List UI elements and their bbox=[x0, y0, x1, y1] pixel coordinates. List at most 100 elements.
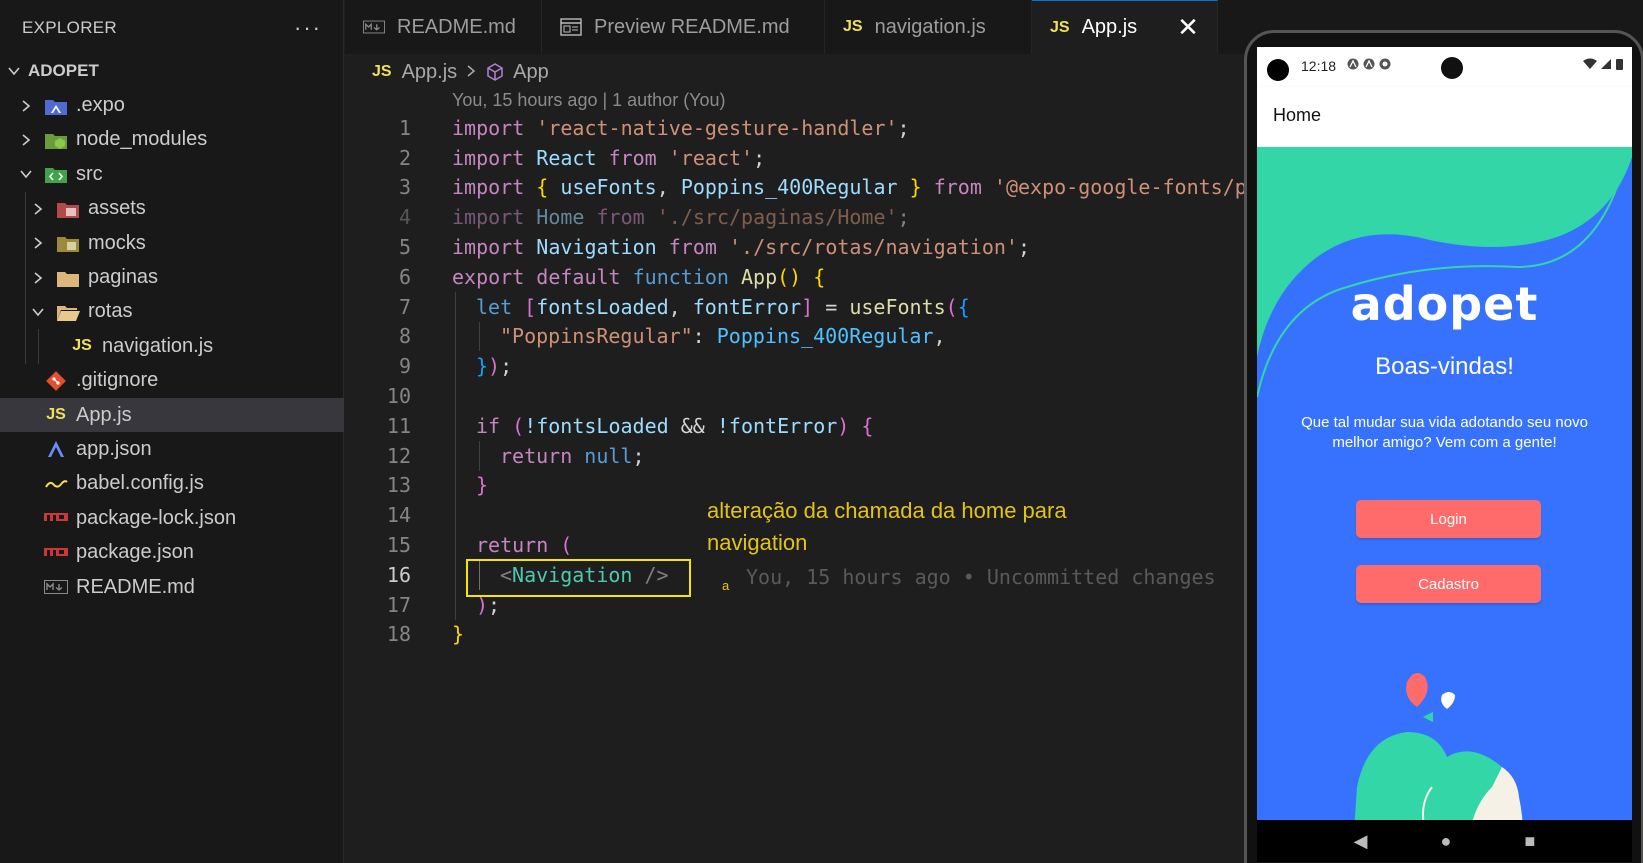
line-number: 9 bbox=[398, 354, 411, 379]
screen-title: Home bbox=[1273, 105, 1322, 125]
tree-item-paginas[interactable]: paginas bbox=[0, 260, 344, 295]
token: ; bbox=[753, 145, 766, 170]
token: ; bbox=[897, 205, 910, 230]
token: 'react-native-gesture-handler' bbox=[536, 115, 898, 140]
expo-file-icon bbox=[44, 437, 68, 461]
tree-item-readme[interactable]: README.md bbox=[0, 570, 344, 604]
tree-item-node-modules[interactable]: node_modules bbox=[0, 123, 344, 157]
token: ) bbox=[837, 413, 850, 438]
tab-label: Preview README.md bbox=[594, 15, 790, 38]
line-number: 16 bbox=[386, 562, 411, 587]
home-screen: adopet Boas-vindas! Que tal mudar sua vi… bbox=[1257, 147, 1632, 862]
code-line: 4 import Home from './src/paginas/Home'; bbox=[345, 202, 1245, 232]
code-line: 18 } bbox=[345, 620, 1245, 650]
login-button[interactable]: Login bbox=[1356, 500, 1541, 538]
chevron-right-icon bbox=[28, 199, 48, 219]
annotation-marker: a bbox=[722, 578, 730, 593]
tree-item-label: paginas bbox=[88, 266, 159, 289]
status-clock: 12:18 bbox=[1301, 58, 1337, 74]
token: } bbox=[452, 622, 465, 647]
token: , bbox=[933, 324, 946, 349]
tab-readme[interactable]: README.md bbox=[345, 0, 542, 54]
tree-item-app-js[interactable]: JS App.js bbox=[0, 397, 344, 433]
tab-navigation-js[interactable]: JS navigation.js bbox=[825, 0, 1032, 54]
home-icon[interactable]: ● bbox=[1441, 831, 1452, 852]
line-number: 15 bbox=[386, 533, 411, 558]
line-number: 17 bbox=[386, 592, 411, 617]
code-line: 12 return null; bbox=[345, 440, 1245, 471]
phone-screen[interactable]: 12:18 Home adopet Boas-vindas! Que tal m… bbox=[1257, 47, 1632, 862]
signup-button[interactable]: Cadastro bbox=[1356, 565, 1541, 603]
markdown-icon bbox=[363, 20, 385, 34]
tree-item-mocks[interactable]: mocks bbox=[0, 225, 344, 261]
line-number: 13 bbox=[386, 473, 411, 498]
token: } bbox=[476, 473, 489, 498]
tab-preview-readme[interactable]: Preview README.md bbox=[542, 0, 825, 54]
indent-guide bbox=[455, 470, 456, 501]
tab-app-js[interactable]: JS App.js ✕ bbox=[1032, 0, 1218, 54]
folder-icon bbox=[56, 266, 80, 290]
camera-cutout bbox=[1267, 59, 1289, 81]
tree-item-expo[interactable]: .expo bbox=[0, 88, 344, 122]
tree-item-navigation-js[interactable]: JS navigation.js bbox=[0, 329, 344, 364]
tree-item-app-json[interactable]: app.json bbox=[0, 432, 344, 466]
token: Poppins_400Regular bbox=[716, 324, 934, 349]
more-actions-button[interactable]: ··· bbox=[294, 15, 322, 41]
token: './src/paginas/Home' bbox=[656, 205, 898, 230]
tree-item-label: README.md bbox=[76, 575, 195, 598]
token: useFonts bbox=[560, 175, 657, 200]
tree-item-label: package.json bbox=[76, 541, 194, 564]
js-file-icon: JS bbox=[46, 406, 66, 424]
chevron-right-icon bbox=[28, 233, 48, 253]
indent-guide bbox=[455, 559, 456, 590]
node-folder-icon bbox=[44, 128, 68, 152]
tree-root-adopet[interactable]: ADOPET bbox=[0, 54, 344, 88]
back-icon[interactable]: ◀ bbox=[1354, 831, 1368, 852]
line-number: 14 bbox=[386, 503, 411, 528]
tree-item-rotas[interactable]: rotas bbox=[0, 294, 344, 330]
indent-guide bbox=[455, 351, 456, 382]
npm-icon bbox=[44, 506, 68, 530]
token: { bbox=[861, 413, 874, 438]
token: ; bbox=[897, 115, 910, 140]
token: import bbox=[452, 115, 525, 140]
recents-icon[interactable]: ■ bbox=[1525, 831, 1536, 852]
token: import bbox=[452, 145, 525, 170]
tree-item-label: package-lock.json bbox=[76, 506, 237, 529]
indent-guide bbox=[479, 321, 480, 352]
tree-item-gitignore[interactable]: .gitignore bbox=[0, 364, 344, 398]
line-number: 11 bbox=[386, 413, 411, 438]
line-number: 2 bbox=[398, 145, 411, 170]
indent-guide bbox=[455, 500, 456, 531]
chevron-right-icon bbox=[465, 61, 477, 84]
tree-item-label: .gitignore bbox=[76, 369, 159, 392]
tab-label: App.js bbox=[1081, 16, 1138, 38]
babel-icon bbox=[44, 472, 68, 496]
line-number: 1 bbox=[398, 115, 411, 140]
token: import bbox=[452, 205, 525, 230]
token: let bbox=[476, 294, 513, 319]
js-file-icon: JS bbox=[1050, 18, 1070, 36]
explorer-title: EXPLORER bbox=[22, 18, 117, 37]
code-line: 11 if (!fontsLoaded && !fontError) { bbox=[345, 410, 1245, 441]
tree-item-package-lock[interactable]: package-lock.json bbox=[0, 501, 344, 535]
codelens-blame[interactable]: You, 15 hours ago | 1 author (You) bbox=[452, 90, 726, 111]
tree-item-babel-config[interactable]: babel.config.js bbox=[0, 467, 344, 501]
front-camera bbox=[1441, 57, 1463, 79]
line-number: 4 bbox=[398, 205, 411, 230]
line-number: 10 bbox=[386, 384, 411, 409]
code-line: 3 import { useFonts, Poppins_400Regular … bbox=[345, 173, 1247, 203]
breadcrumb-symbol[interactable]: App bbox=[513, 61, 549, 84]
tree-item-package-json[interactable]: package.json bbox=[0, 535, 344, 569]
breadcrumb-file[interactable]: App.js bbox=[402, 61, 458, 84]
close-icon[interactable]: ✕ bbox=[1177, 12, 1199, 43]
welcome-heading: Boas-vindas! bbox=[1375, 353, 1514, 380]
line-number: 12 bbox=[386, 443, 411, 468]
token: from bbox=[596, 205, 645, 230]
tree-item-src[interactable]: src bbox=[0, 157, 344, 191]
line-number: 3 bbox=[398, 175, 411, 200]
tree-item-assets[interactable]: assets bbox=[0, 191, 344, 226]
tree-item-label: rotas bbox=[88, 300, 133, 323]
code-line: 5 import Navigation from './src/rotas/na… bbox=[345, 232, 1245, 262]
token: import bbox=[452, 235, 525, 260]
